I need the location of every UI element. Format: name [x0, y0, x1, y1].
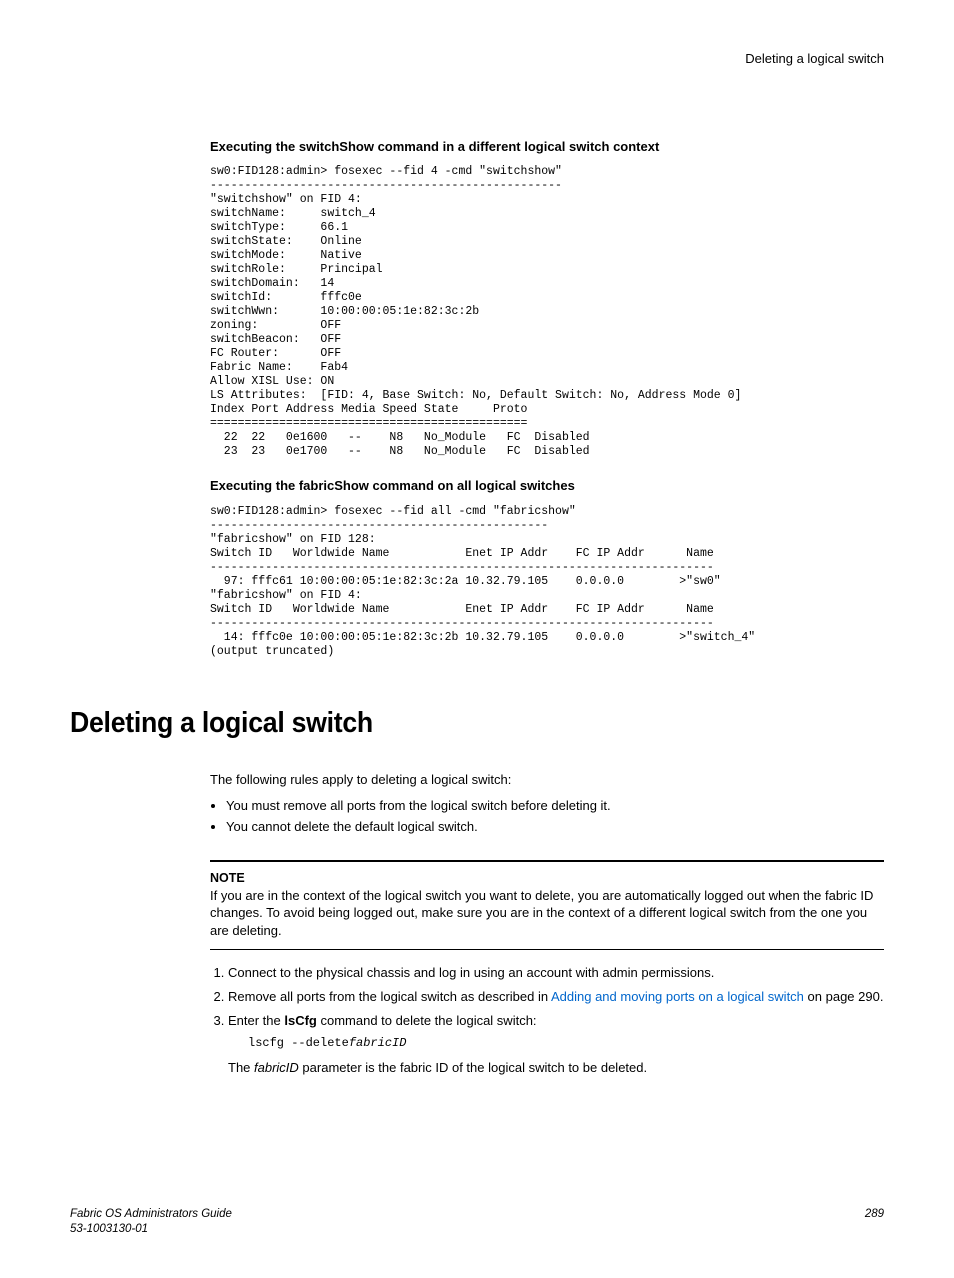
rule-item: You cannot delete the default logical sw…	[226, 818, 884, 836]
param-text-b: parameter is the fabric ID of the logica…	[299, 1060, 647, 1075]
example1-code: sw0:FID128:admin> fosexec --fid 4 -cmd "…	[210, 165, 884, 459]
param-desc: The fabricID parameter is the fabric ID …	[228, 1059, 884, 1077]
step-item: Connect to the physical chassis and log …	[228, 964, 884, 982]
rule-item: You must remove all ports from the logic…	[226, 797, 884, 815]
example2-heading: Executing the fabricShow command on all …	[210, 477, 884, 495]
steps-list: Connect to the physical chassis and log …	[210, 964, 884, 1076]
step2-text-a: Remove all ports from the logical switch…	[228, 989, 551, 1004]
step3-text-b: command to delete the logical switch:	[317, 1013, 537, 1028]
param-name: fabricID	[254, 1060, 299, 1075]
note-label: NOTE	[210, 870, 884, 887]
footer-docnum: 53-1003130-01	[70, 1222, 232, 1238]
example1-heading: Executing the switchShow command in a di…	[210, 138, 884, 156]
cmd-prefix: lscfg --delete	[248, 1036, 349, 1050]
step2-text-b: on page 290.	[804, 989, 884, 1004]
note-body: If you are in the context of the logical…	[210, 887, 884, 940]
cmd-arg: fabricID	[349, 1036, 407, 1050]
param-text-a: The	[228, 1060, 254, 1075]
note-block: NOTE If you are in the context of the lo…	[210, 860, 884, 951]
lscfg-cmd-name: lsCfg	[284, 1013, 317, 1028]
rules-list: You must remove all ports from the logic…	[210, 797, 884, 836]
command-block: lscfg --deletefabricID	[248, 1035, 884, 1051]
step-item: Enter the lsCfg command to delete the lo…	[228, 1012, 884, 1077]
section-title: Deleting a logical switch	[70, 704, 819, 743]
link-adding-ports[interactable]: Adding and moving ports on a logical swi…	[551, 989, 804, 1004]
page-footer: Fabric OS Administrators Guide 53-100313…	[70, 1207, 884, 1238]
intro-text: The following rules apply to deleting a …	[210, 771, 884, 789]
page-number: 289	[865, 1207, 884, 1238]
example2-code: sw0:FID128:admin> fosexec --fid all -cmd…	[210, 505, 884, 659]
step-item: Remove all ports from the logical switch…	[228, 988, 884, 1006]
step3-text-a: Enter the	[228, 1013, 284, 1028]
footer-guide: Fabric OS Administrators Guide	[70, 1207, 232, 1223]
running-head: Deleting a logical switch	[70, 50, 884, 68]
